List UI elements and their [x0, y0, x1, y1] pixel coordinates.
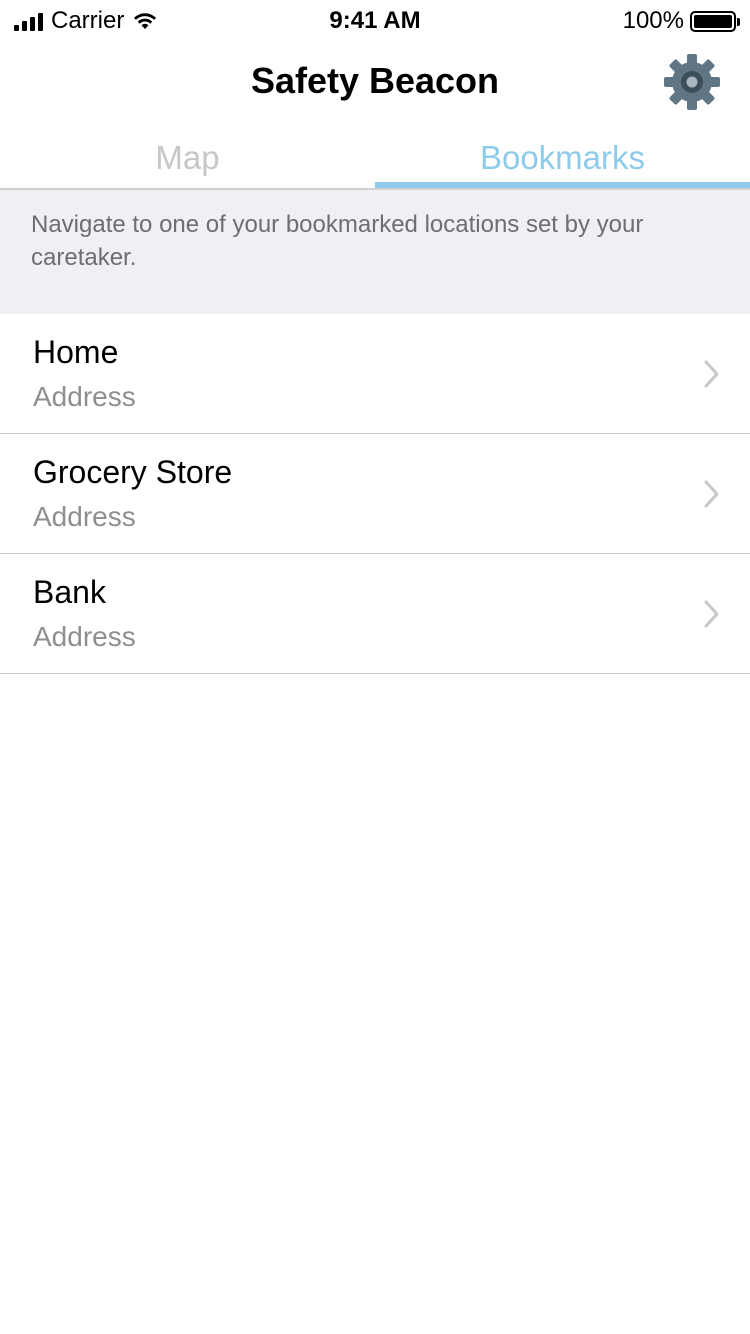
tab-bookmarks[interactable]: Bookmarks	[375, 126, 750, 190]
list-item[interactable]: Home Address	[0, 314, 750, 434]
settings-button[interactable]	[662, 52, 722, 112]
chevron-right-icon	[704, 480, 719, 508]
description-banner: Navigate to one of your bookmarked locat…	[0, 190, 750, 314]
chevron-right-icon	[704, 360, 719, 388]
bookmark-address: Address	[33, 381, 136, 412]
page-title: Safety Beacon	[250, 60, 500, 101]
description-text: Navigate to one of your bookmarked locat…	[31, 211, 644, 271]
bookmark-list: Home Address Grocery Store Address Bank …	[0, 314, 750, 674]
tab-map[interactable]: Map	[0, 126, 375, 190]
tab-bar: Map Bookmarks	[0, 126, 750, 190]
status-bar: Carrier 9:41 AM 100%	[0, 0, 750, 40]
chevron-right-icon	[704, 600, 719, 628]
nav-bar: Safety Beacon	[0, 40, 750, 122]
gear-icon	[664, 54, 720, 110]
battery-icon	[690, 10, 740, 32]
list-item[interactable]: Bank Address	[0, 554, 750, 674]
bookmark-name: Home	[33, 334, 119, 370]
bookmark-name: Bank	[33, 574, 106, 610]
tab-bookmarks-label: Bookmarks	[479, 139, 646, 176]
tab-map-label: Map	[155, 139, 220, 176]
bookmark-address: Address	[33, 621, 136, 652]
bookmark-address: Address	[33, 501, 136, 532]
bookmark-name: Grocery Store	[33, 454, 233, 490]
battery-percent: 100%	[622, 7, 684, 34]
status-right: 100%	[622, 7, 740, 35]
list-item[interactable]: Grocery Store Address	[0, 434, 750, 554]
